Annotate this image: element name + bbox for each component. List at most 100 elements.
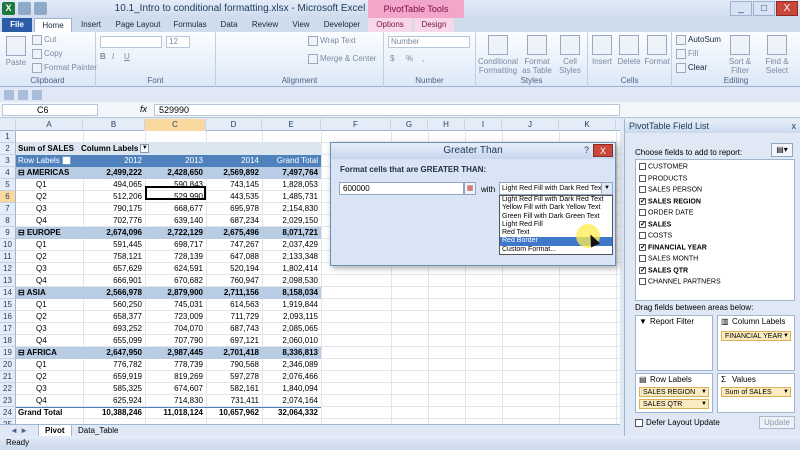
help-button[interactable]: ?: [584, 145, 589, 155]
value-cell[interactable]: 790,568: [206, 359, 262, 371]
defer-checkbox[interactable]: [635, 418, 643, 427]
tab-developer[interactable]: Developer: [318, 18, 366, 32]
field-checkbox[interactable]: [639, 209, 646, 216]
undo-icon[interactable]: [18, 90, 28, 100]
column-header[interactable]: C: [145, 119, 206, 131]
value-cell[interactable]: 443,535: [206, 191, 262, 203]
value-cell[interactable]: 647,088: [206, 251, 262, 263]
value-cell[interactable]: 1,802,414: [262, 263, 321, 275]
row-header[interactable]: 16: [0, 311, 16, 323]
value-cell[interactable]: 687,234: [206, 215, 262, 227]
quarter-label[interactable]: Q2: [36, 251, 81, 263]
value-cell[interactable]: 2,076,466: [262, 371, 321, 383]
format-option[interactable]: Light Red Fill with Dark Red Text: [500, 196, 612, 204]
row-header[interactable]: 19: [0, 347, 16, 359]
value-cell[interactable]: 743,145: [206, 179, 262, 191]
value-cell[interactable]: 668,677: [145, 203, 206, 215]
field-item[interactable]: ✓ FINANCIAL YEAR: [639, 243, 707, 251]
region-label[interactable]: ⊟ ASIA: [18, 287, 83, 299]
region-label[interactable]: ⊟ EUROPE: [18, 227, 83, 239]
field-item[interactable]: ✓ SALES: [639, 220, 671, 228]
column-header[interactable]: D: [206, 119, 262, 131]
value-cell[interactable]: 624,591: [145, 263, 206, 275]
row-header[interactable]: 8: [0, 215, 16, 227]
chevron-down-icon[interactable]: ▼: [601, 183, 612, 194]
value-cell[interactable]: 655,099: [83, 335, 145, 347]
row-header[interactable]: 15: [0, 299, 16, 311]
font-name-box[interactable]: [100, 36, 162, 48]
tab-data[interactable]: Data: [214, 18, 244, 32]
quarter-label[interactable]: Q1: [36, 299, 81, 311]
region-total-cell[interactable]: 2,675,496: [206, 227, 262, 239]
value-cell[interactable]: 1,840,094: [262, 383, 321, 395]
minimize-button[interactable]: _: [730, 1, 752, 16]
format-select[interactable]: Light Red Fill with Dark Red Text ▼: [499, 182, 613, 195]
update-button[interactable]: Update: [759, 416, 795, 429]
quarter-label[interactable]: Q3: [36, 323, 81, 335]
cut-button[interactable]: Cut: [32, 35, 56, 45]
value-cell[interactable]: 657,629: [83, 263, 145, 275]
column-labels-area[interactable]: ▥ Column Labels FINANCIAL YEAR ▼: [717, 315, 795, 371]
value-cell[interactable]: 614,563: [206, 299, 262, 311]
region-total-cell[interactable]: 2,428,650: [145, 167, 206, 179]
collapse-icon[interactable]: ⊟: [18, 288, 27, 297]
field-chip-sales-region[interactable]: SALES REGION ▼: [639, 387, 709, 397]
value-cell[interactable]: 760,947: [206, 275, 262, 287]
region-total-cell[interactable]: 8,336,813: [262, 347, 321, 359]
field-item[interactable]: CHANNEL PARTNERS: [639, 278, 721, 285]
value-cell[interactable]: 707,790: [145, 335, 206, 347]
value-cell[interactable]: 597,278: [206, 371, 262, 383]
number-format-box[interactable]: Number: [388, 36, 470, 48]
row-header[interactable]: 11: [0, 251, 16, 263]
grand-total-cell[interactable]: 10,657,962: [206, 407, 262, 419]
row-header[interactable]: 12: [0, 263, 16, 275]
field-item[interactable]: ✓ SALES QTR: [639, 266, 688, 274]
quarter-label[interactable]: Q1: [36, 179, 81, 191]
field-item[interactable]: ORDER DATE: [639, 209, 693, 216]
field-list-close-button[interactable]: x: [792, 119, 797, 133]
chevron-down-icon[interactable]: ▼: [783, 388, 789, 397]
value-cell[interactable]: 2,037,429: [262, 239, 321, 251]
value-cell[interactable]: 674,607: [145, 383, 206, 395]
row-header[interactable]: 9: [0, 227, 16, 239]
column-header[interactable]: H: [428, 119, 465, 131]
row-labels-area[interactable]: ▤ Row Labels SALES REGION ▼ SALES QTR ▼: [635, 373, 713, 413]
comma-button[interactable]: ,: [422, 54, 424, 63]
find-select-button[interactable]: Find & Select: [760, 35, 794, 75]
row-header[interactable]: 4: [0, 167, 16, 179]
row-header[interactable]: 17: [0, 323, 16, 335]
maximize-button[interactable]: □: [753, 1, 775, 16]
value-cell[interactable]: 776,782: [83, 359, 145, 371]
row-header[interactable]: 6: [0, 191, 16, 203]
field-item[interactable]: SALES MONTH: [639, 255, 698, 262]
region-total-cell[interactable]: 2,566,978: [83, 287, 145, 299]
value-cell[interactable]: 591,445: [83, 239, 145, 251]
field-checkbox[interactable]: [639, 255, 646, 262]
percent-button[interactable]: %: [406, 54, 413, 63]
delete-cells-button[interactable]: Delete: [616, 35, 642, 66]
tab-options[interactable]: Options: [368, 18, 412, 32]
column-header[interactable]: B: [83, 119, 145, 131]
value-cell[interactable]: 723,009: [145, 311, 206, 323]
region-total-cell[interactable]: 8,158,034: [262, 287, 321, 299]
pivot-column-labels[interactable]: Column Labels ▼: [81, 143, 151, 155]
chevron-down-icon[interactable]: ▼: [701, 400, 707, 409]
merge-center-button[interactable]: Merge & Center: [308, 54, 376, 64]
tab-design[interactable]: Design: [414, 18, 454, 32]
row-header[interactable]: 24: [0, 407, 16, 419]
region-total-cell[interactable]: 2,569,892: [206, 167, 262, 179]
field-checkbox[interactable]: [639, 278, 646, 285]
value-cell[interactable]: 1,919,844: [262, 299, 321, 311]
copy-button[interactable]: Copy: [32, 49, 63, 59]
paste-button[interactable]: Paste: [4, 36, 28, 67]
value-cell[interactable]: 2,133,348: [262, 251, 321, 263]
value-cell[interactable]: 512,206: [83, 191, 145, 203]
value-cell[interactable]: 695,978: [206, 203, 262, 215]
field-chip-financial-year[interactable]: FINANCIAL YEAR ▼: [721, 331, 791, 341]
region-total-cell[interactable]: 2,701,418: [206, 347, 262, 359]
row-header[interactable]: 22: [0, 383, 16, 395]
value-cell[interactable]: 625,924: [83, 395, 145, 407]
tab-home[interactable]: Home: [34, 18, 72, 32]
value-cell[interactable]: 728,139: [145, 251, 206, 263]
value-cell[interactable]: 560,250: [83, 299, 145, 311]
